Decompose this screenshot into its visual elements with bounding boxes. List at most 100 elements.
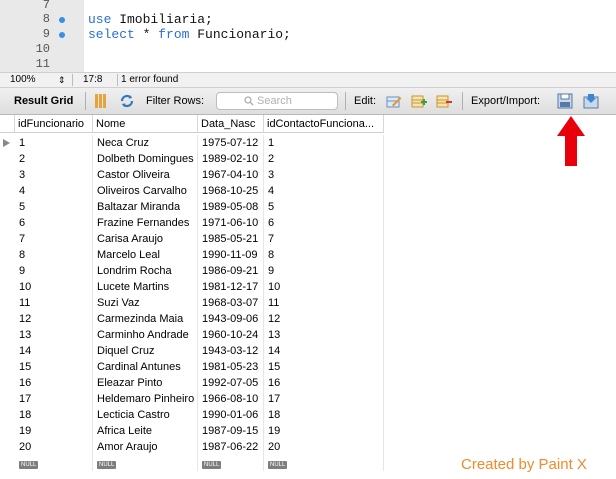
cell-data-nasc[interactable]: 1987-06-22 [198, 439, 264, 455]
cell-idcontacto[interactable]: 15 [264, 359, 384, 375]
table-row[interactable]: 1 Neca Cruz 1975-07-12 1 [0, 135, 616, 151]
table-row[interactable]: 14 Diquel Cruz 1943-03-12 14 [0, 343, 616, 359]
cell-idfuncionario[interactable]: 9 [15, 263, 93, 279]
editor-line[interactable]: 11 [0, 57, 616, 72]
cell-idfuncionario[interactable]: 19 [15, 423, 93, 439]
table-row[interactable]: 9 Londrim Rocha 1986-09-21 9 [0, 263, 616, 279]
cell-idcontacto[interactable]: 6 [264, 215, 384, 231]
result-grid[interactable]: idFuncionario Nome Data_Nasc idContactoF… [0, 115, 616, 479]
cell-idcontacto[interactable]: 18 [264, 407, 384, 423]
row-header[interactable] [0, 311, 15, 327]
row-header[interactable] [0, 167, 15, 183]
table-row[interactable]: 11 Suzi Vaz 1968-03-07 11 [0, 295, 616, 311]
cell-nome[interactable]: Castor Oliveira [93, 167, 198, 183]
cell-idfuncionario[interactable]: 20 [15, 439, 93, 455]
cell-data-nasc[interactable]: 1960-10-24 [198, 327, 264, 343]
cell-nome[interactable]: Carmezinda Maia [93, 311, 198, 327]
cell-data-nasc[interactable]: 1943-09-06 [198, 311, 264, 327]
cell-idcontacto[interactable]: 14 [264, 343, 384, 359]
row-header[interactable] [0, 199, 15, 215]
table-row[interactable]: 13 Carminho Andrade 1960-10-24 13 [0, 327, 616, 343]
row-header[interactable] [0, 439, 15, 455]
row-header[interactable] [0, 407, 15, 423]
row-header[interactable] [0, 151, 15, 167]
cell-nome[interactable]: Heldemaro Pinheiro [93, 391, 198, 407]
filter-search-input[interactable]: Search [216, 92, 338, 110]
cell-idfuncionario[interactable]: 6 [15, 215, 93, 231]
table-row[interactable]: 7 Carisa Araujo 1985-05-21 7 [0, 231, 616, 247]
cell-idcontacto[interactable]: 3 [264, 167, 384, 183]
cell-data-nasc[interactable]: 1989-05-08 [198, 199, 264, 215]
column-header-nome[interactable]: Nome [93, 115, 198, 133]
cell-data-nasc[interactable]: 1971-06-10 [198, 215, 264, 231]
form-view-icon[interactable] [93, 93, 109, 109]
cell-idfuncionario[interactable]: 1 [15, 135, 93, 151]
cell-nome[interactable]: Cardinal Antunes [93, 359, 198, 375]
cell-idcontacto[interactable]: 13 [264, 327, 384, 343]
row-header[interactable] [0, 327, 15, 343]
delete-row-icon[interactable] [436, 93, 452, 109]
edit-row-icon[interactable] [386, 93, 402, 109]
cell-data-nasc[interactable]: 1986-09-21 [198, 263, 264, 279]
cell-idfuncionario[interactable]: 13 [15, 327, 93, 343]
cell-data-nasc[interactable]: 1992-07-05 [198, 375, 264, 391]
cell-idcontacto[interactable]: 5 [264, 199, 384, 215]
cell-nome[interactable]: Baltazar Miranda [93, 199, 198, 215]
cell-idfuncionario[interactable]: 16 [15, 375, 93, 391]
cell-nome[interactable]: Oliveiros Carvalho [93, 183, 198, 199]
table-row[interactable]: 6 Frazine Fernandes 1971-06-10 6 [0, 215, 616, 231]
cell-idfuncionario[interactable]: 11 [15, 295, 93, 311]
row-header[interactable] [0, 231, 15, 247]
cell-data-nasc[interactable]: 1985-05-21 [198, 231, 264, 247]
cell-data-nasc[interactable]: 1975-07-12 [198, 135, 264, 151]
row-header[interactable] [0, 247, 15, 263]
cell-idfuncionario[interactable]: 10 [15, 279, 93, 295]
cell-nome[interactable]: Londrim Rocha [93, 263, 198, 279]
cell-idfuncionario[interactable]: 2 [15, 151, 93, 167]
editor-line[interactable]: 10 [0, 42, 616, 57]
cell-idcontacto[interactable]: NULL [264, 455, 384, 471]
row-header[interactable] [0, 359, 15, 375]
cell-idcontacto[interactable]: 1 [264, 135, 384, 151]
sql-editor[interactable]: 7 8 use Imobiliaria; 9 select * from Funcion… [0, 0, 616, 72]
column-header-idcontactofuncionario[interactable]: idContactoFunciona... [264, 115, 384, 133]
cell-nome[interactable]: Eleazar Pinto [93, 375, 198, 391]
cell-idcontacto[interactable]: 10 [264, 279, 384, 295]
table-row[interactable]: 4 Oliveiros Carvalho 1968-10-25 4 [0, 183, 616, 199]
table-row[interactable]: 3 Castor Oliveira 1967-04-10 3 [0, 167, 616, 183]
table-row[interactable]: 20 Amor Araujo 1987-06-22 20 [0, 439, 616, 455]
cell-nome[interactable]: Africa Leite [93, 423, 198, 439]
cell-nome[interactable]: Dolbeth Domingues [93, 151, 198, 167]
cell-nome[interactable]: Amor Araujo [93, 439, 198, 455]
row-header[interactable] [0, 263, 15, 279]
cell-nome[interactable]: Neca Cruz [93, 135, 198, 151]
cell-data-nasc[interactable]: NULL [198, 455, 264, 471]
export-icon[interactable] [557, 93, 573, 109]
cell-data-nasc[interactable]: 1981-05-23 [198, 359, 264, 375]
cell-nome[interactable]: Carisa Araujo [93, 231, 198, 247]
zoom-stepper-icon[interactable]: ⇕ [58, 73, 66, 87]
row-header[interactable] [0, 343, 15, 359]
editor-line[interactable]: 8 use Imobiliaria; [0, 12, 616, 27]
cell-idfuncionario[interactable]: NULL [15, 455, 93, 471]
cell-idfuncionario[interactable]: 14 [15, 343, 93, 359]
cell-idcontacto[interactable]: 20 [264, 439, 384, 455]
cell-idcontacto[interactable]: 11 [264, 295, 384, 311]
cell-nome[interactable]: Carminho Andrade [93, 327, 198, 343]
table-row[interactable]: 17 Heldemaro Pinheiro 1966-08-10 17 [0, 391, 616, 407]
table-row[interactable]: 19 Africa Leite 1987-09-15 19 [0, 423, 616, 439]
zoom-level[interactable]: 100% [10, 73, 36, 87]
row-header[interactable] [0, 391, 15, 407]
cell-idfuncionario[interactable]: 3 [15, 167, 93, 183]
import-icon[interactable] [583, 93, 599, 109]
refresh-icon[interactable] [119, 93, 135, 109]
cell-data-nasc[interactable]: 1966-08-10 [198, 391, 264, 407]
cell-nome[interactable]: Marcelo Leal [93, 247, 198, 263]
cell-data-nasc[interactable]: 1990-11-09 [198, 247, 264, 263]
row-header[interactable] [0, 183, 15, 199]
table-row[interactable]: 5 Baltazar Miranda 1989-05-08 5 [0, 199, 616, 215]
cell-idfuncionario[interactable]: 15 [15, 359, 93, 375]
row-header[interactable] [0, 295, 15, 311]
cell-idfuncionario[interactable]: 12 [15, 311, 93, 327]
table-row[interactable]: 8 Marcelo Leal 1990-11-09 8 [0, 247, 616, 263]
